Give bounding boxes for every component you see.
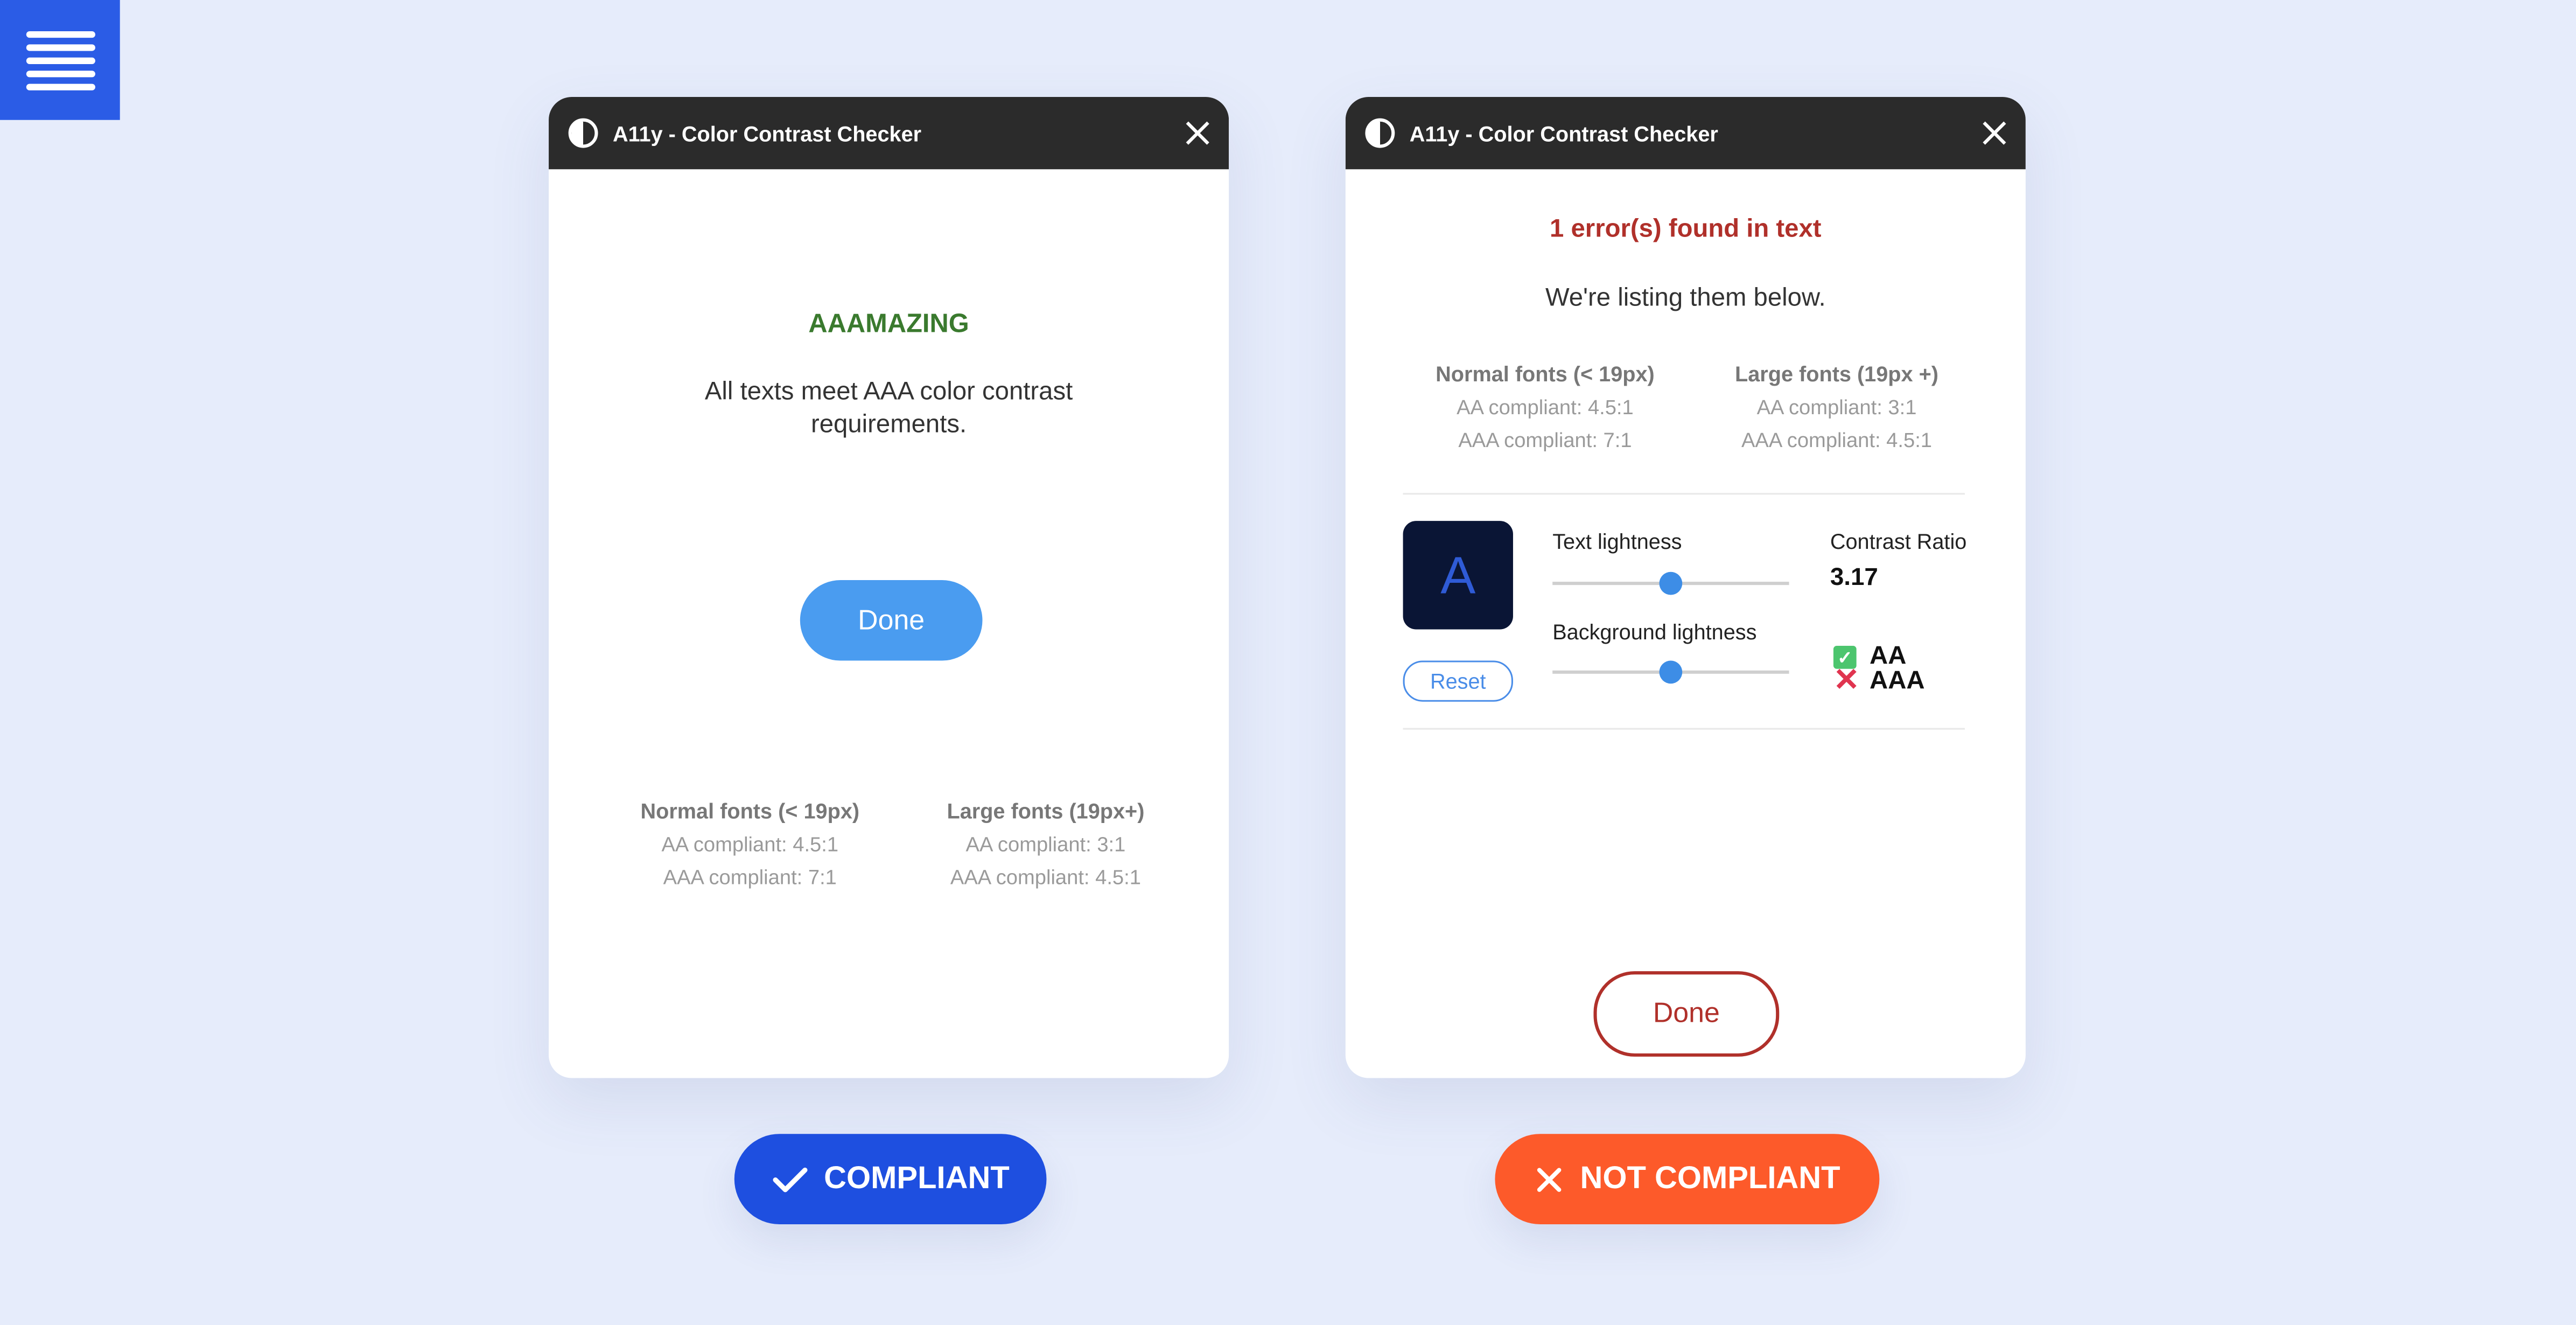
large-fonts-aa: AA compliant: 3:1 — [965, 833, 1126, 856]
text-lightness-label: Text lightness — [1552, 529, 1682, 554]
normal-fonts-aa: AA compliant: 4.5:1 — [1457, 396, 1634, 420]
large-fonts-info: Large fonts (19px+) AA compliant: 3:1 AA… — [919, 796, 1173, 894]
large-fonts-title: Large fonts (19px+) — [947, 798, 1145, 824]
contrast-icon — [1365, 118, 1395, 148]
contrast-icon — [568, 118, 598, 148]
text-lightness-slider[interactable] — [1552, 571, 1789, 595]
contrast-preview-swatch: A — [1403, 521, 1513, 630]
normal-fonts-aa: AA compliant: 4.5:1 — [661, 833, 839, 856]
normal-fonts-info: Normal fonts (< 19px) AA compliant: 4.5:… — [1418, 358, 1672, 457]
close-icon[interactable] — [1983, 122, 2006, 145]
close-icon[interactable] — [1186, 122, 1209, 145]
large-fonts-aa: AA compliant: 3:1 — [1756, 396, 1917, 420]
large-fonts-title: Large fonts (19px +) — [1734, 361, 1938, 386]
contrast-ratio-label: Contrast Ratio — [1830, 529, 1967, 554]
window-title: A11y - Color Contrast Checker — [1409, 121, 1718, 146]
text-lightness-thumb[interactable] — [1659, 571, 1683, 595]
result-heading: AAAMAZING — [808, 310, 969, 339]
not-compliant-label: NOT COMPLIANT — [1580, 1161, 1840, 1196]
background-lightness-label: Background lightness — [1552, 619, 1757, 644]
done-button[interactable]: Done — [800, 580, 983, 661]
large-fonts-info: Large fonts (19px +) AA compliant: 3:1 A… — [1707, 358, 1966, 457]
compliant-checker-window: A11y - Color Contrast Checker AAAMAZING … — [549, 97, 1229, 1078]
hamburger-menu-icon[interactable] — [0, 0, 120, 120]
close-icon — [1534, 1164, 1564, 1194]
contrast-ratio-value: 3.17 — [1830, 563, 1878, 592]
non-compliant-checker-window: A11y - Color Contrast Checker 1 error(s)… — [1345, 97, 2026, 1078]
done-button[interactable]: Done — [1593, 971, 1780, 1057]
compliant-badge: COMPLIANT — [734, 1134, 1047, 1224]
background-lightness-thumb[interactable] — [1659, 660, 1683, 684]
normal-fonts-aaa: AAA compliant: 7:1 — [663, 866, 837, 889]
not-compliant-badge: NOT COMPLIANT — [1495, 1134, 1880, 1224]
titlebar: A11y - Color Contrast Checker — [549, 97, 1229, 170]
normal-fonts-title: Normal fonts (< 19px) — [1436, 361, 1655, 386]
compliant-label: COMPLIANT — [824, 1161, 1010, 1196]
aaa-status: ✕ AAA — [1833, 664, 1925, 699]
normal-fonts-title: Normal fonts (< 19px) — [640, 798, 860, 824]
normal-fonts-info: Normal fonts (< 19px) AA compliant: 4.5:… — [622, 796, 877, 894]
normal-fonts-aaa: AAA compliant: 7:1 — [1458, 429, 1632, 452]
error-subtitle: We're listing them below. — [1545, 284, 1826, 312]
aaa-label: AAA — [1870, 667, 1925, 695]
large-fonts-aaa: AAA compliant: 4.5:1 — [1741, 429, 1933, 452]
error-heading: 1 error(s) found in text — [1550, 215, 1822, 243]
window-body: 1 error(s) found in text We're listing t… — [1346, 169, 2026, 1078]
divider — [1403, 493, 1965, 495]
canvas: A11y - Color Contrast Checker AAAMAZING … — [0, 0, 2576, 1324]
large-fonts-aaa: AAA compliant: 4.5:1 — [950, 866, 1141, 889]
background-lightness-slider[interactable] — [1552, 660, 1789, 684]
divider — [1403, 728, 1965, 730]
reset-button[interactable]: Reset — [1403, 660, 1513, 702]
result-message: All texts meet AAA color contrast requir… — [704, 378, 1073, 439]
window-title: A11y - Color Contrast Checker — [613, 121, 922, 146]
window-body: AAAMAZING All texts meet AAA color contr… — [549, 169, 1229, 1078]
check-icon — [772, 1164, 808, 1194]
titlebar: A11y - Color Contrast Checker — [1345, 97, 2026, 170]
cross-icon: ✕ — [1833, 664, 1860, 699]
